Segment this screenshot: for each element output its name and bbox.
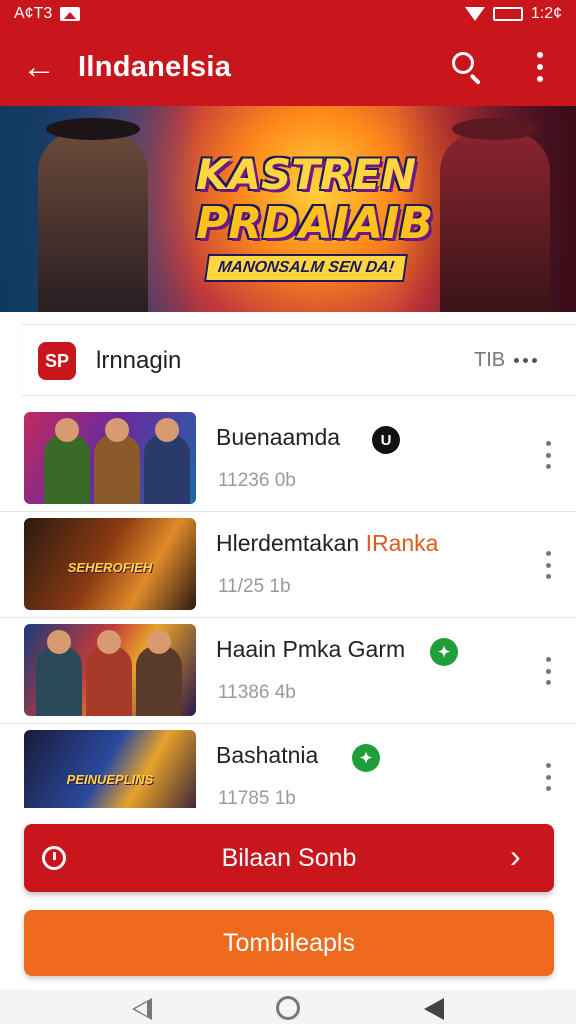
list-item[interactable]: PEINUEPLINS Bashatnia 11785 1b [0, 724, 576, 808]
status-bar: A¢T3 1:2¢ [0, 0, 576, 28]
item-more-icon[interactable] [538, 762, 558, 792]
search-icon[interactable] [444, 46, 488, 90]
app-bar: ← Ilndanelsia [0, 28, 576, 106]
nav-recent-icon[interactable] [424, 998, 444, 1020]
item-more-icon[interactable] [538, 550, 558, 580]
nav-back-icon[interactable] [132, 998, 152, 1020]
search-icon-lens [452, 52, 474, 74]
section-meta: TIB [474, 349, 506, 371]
promo-banner[interactable]: KASTREN PRDAIAIB MANONSALM SEN DA! [0, 106, 576, 312]
system-nav-bar [0, 990, 576, 1024]
banner-hero-right [440, 118, 550, 312]
game-thumbnail [24, 624, 196, 716]
secondary-button-label: Tombileapls [222, 929, 355, 957]
game-meta: 11386 4b [218, 682, 296, 703]
list-item[interactable]: Buenaamda U 11236 0b [0, 406, 576, 512]
secondary-button[interactable]: Tombileapls [24, 910, 554, 976]
carrier-text: A¢T3 [14, 5, 53, 22]
game-thumbnail [24, 412, 196, 504]
list-item[interactable]: Haain Pmka Garm 11386 4b [0, 618, 576, 724]
green-badge-icon [352, 744, 380, 772]
chevron-right-icon: › [510, 838, 521, 874]
banner-title-line1: KASTREN [196, 150, 417, 199]
section-title: lrnnagin [96, 347, 182, 374]
thumb-label: SEHEROFIEH [67, 560, 153, 575]
list-item[interactable]: SEHEROFIEH Hlerdemtakan IRanka 11/25 1b [0, 512, 576, 618]
primary-button-label: Bilaan Sonb [221, 844, 357, 872]
game-meta: 11236 0b [218, 470, 296, 491]
item-more-icon[interactable] [538, 656, 558, 686]
more-vert-icon[interactable] [520, 44, 560, 90]
game-meta: 11/25 1b [218, 576, 291, 597]
game-title: Buenaamda [216, 424, 341, 450]
green-badge-icon [430, 638, 458, 666]
section-more-icon[interactable] [514, 345, 544, 375]
game-thumbnail: PEINUEPLINS [24, 730, 196, 808]
nav-home-icon[interactable] [276, 996, 300, 1020]
game-list: Buenaamda U 11236 0b SEHEROFIEH Hlerdemt… [0, 406, 576, 808]
search-icon-handle [469, 73, 481, 85]
game-thumbnail: SEHEROFIEH [24, 518, 196, 610]
game-meta: 11785 1b [218, 788, 296, 808]
section-logo: SP [38, 342, 76, 380]
status-left: A¢T3 [14, 5, 81, 23]
banner-title-line2: PRDAIAIB [196, 198, 434, 249]
thumb-label: PEINUEPLINS [66, 772, 154, 787]
back-arrow-icon[interactable]: ← [0, 28, 78, 106]
item-more-icon[interactable] [538, 440, 558, 470]
banner-hero-left [38, 118, 148, 312]
game-title: Haain Pmka Garm [216, 636, 406, 662]
battery-icon [492, 7, 523, 21]
verified-badge-icon: U [372, 426, 400, 454]
banner-subtitle: MANONSALM SEN DA! [204, 254, 408, 282]
section-header[interactable]: SP lrnnagin TIB [22, 324, 576, 396]
clock-text: 1:2¢ [530, 5, 562, 22]
status-right: 1:2¢ [464, 5, 562, 23]
wifi-icon [464, 7, 485, 21]
page-title: Ilndanelsia [78, 50, 232, 83]
primary-button[interactable]: Bilaan Sonb › [24, 824, 554, 892]
game-title: Hlerdemtakan IRanka [216, 530, 439, 556]
game-title: Bashatnia [216, 742, 319, 768]
image-notification-icon [60, 7, 81, 21]
